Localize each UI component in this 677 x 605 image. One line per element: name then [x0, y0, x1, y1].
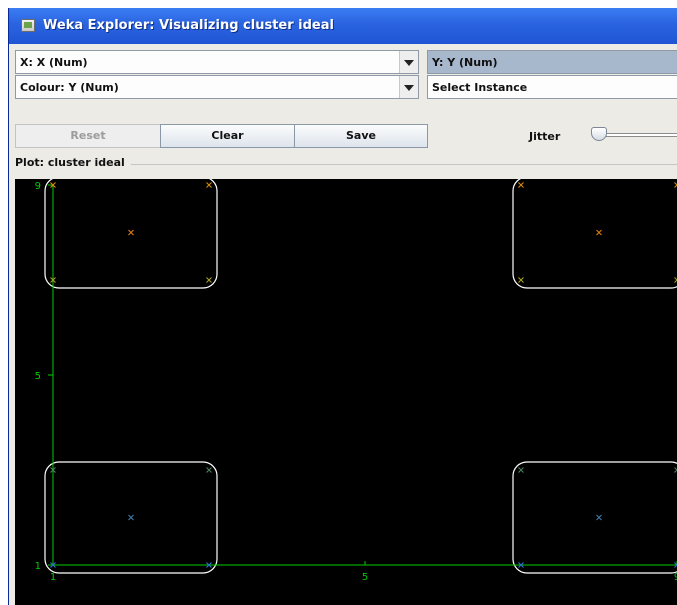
window-content: X: X (Num) Y: Y (Num) Colour: Y (Num) Se… [9, 44, 677, 605]
scatter-plot-svg: 159159 [35, 179, 677, 583]
select-instance-field[interactable]: Select Instance [427, 75, 677, 99]
colour-select[interactable]: Colour: Y (Num) [15, 75, 419, 99]
save-button[interactable]: Save [294, 124, 428, 148]
jitter-slider-thumb[interactable] [591, 127, 607, 141]
x-axis-select-label: X: X (Num) [20, 56, 88, 69]
scatter-plot[interactable]: 159159 [15, 179, 677, 605]
data-point-6 [518, 182, 524, 188]
plot-title: Plot: cluster ideal [15, 156, 131, 169]
data-point-3 [206, 182, 212, 188]
data-point-2 [128, 229, 134, 236]
x-tick-label: 1 [50, 572, 56, 583]
title-bar[interactable]: Weka Explorer: Visualizing cluster ideal [9, 8, 677, 44]
y-axis-select[interactable]: Y: Y (Num) [427, 50, 677, 74]
data-point-16 [518, 467, 524, 473]
colour-select-label: Colour: Y (Num) [20, 81, 119, 94]
window-title: Weka Explorer: Visualizing cluster ideal [43, 18, 334, 33]
x-tick-label: 5 [362, 572, 368, 583]
chevron-down-icon[interactable] [399, 76, 418, 98]
x-axis-select[interactable]: X: X (Num) [15, 50, 419, 74]
data-point-5 [206, 277, 212, 283]
reset-button[interactable]: Reset [15, 124, 161, 148]
cluster-box-1 [44, 179, 218, 289]
chevron-down-icon[interactable] [399, 51, 418, 73]
y-tick-label: 1 [35, 561, 41, 572]
data-point-9 [518, 277, 524, 283]
data-point-7 [596, 229, 602, 236]
data-point-18 [596, 514, 602, 521]
jitter-label: Jitter [529, 130, 561, 143]
data-point-13 [128, 514, 134, 521]
app-window: Weka Explorer: Visualizing cluster ideal… [8, 8, 677, 605]
cluster-box-2 [512, 179, 677, 289]
y-tick-label: 9 [35, 181, 41, 192]
cluster-box-4 [512, 461, 677, 574]
data-point-12 [206, 467, 212, 473]
jitter-slider-track[interactable] [595, 133, 677, 137]
weka-app-icon [21, 19, 35, 32]
select-instance-label: Select Instance [432, 81, 528, 94]
clear-button[interactable]: Clear [160, 124, 295, 148]
y-axis-select-label: Y: Y (Num) [432, 56, 498, 69]
y-tick-label: 5 [35, 371, 41, 382]
